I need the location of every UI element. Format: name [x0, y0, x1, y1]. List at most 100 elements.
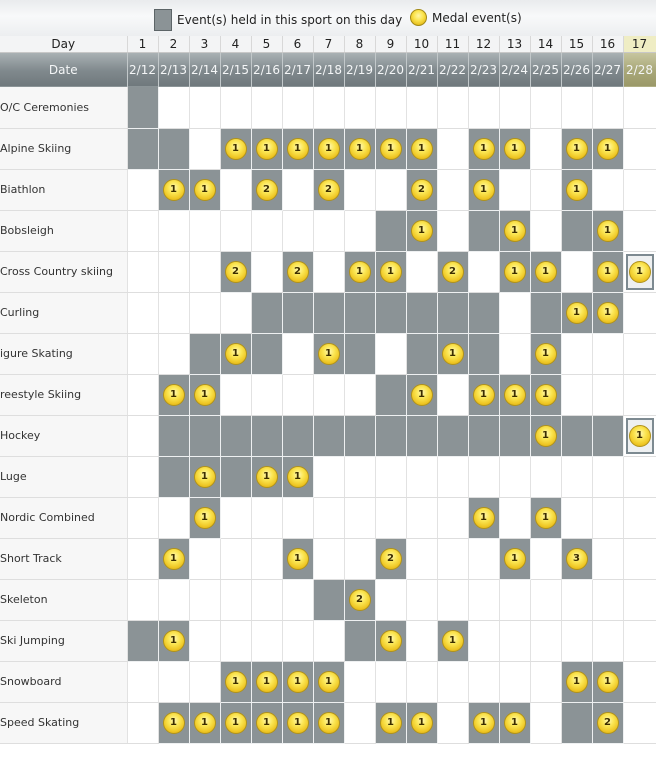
medal-icon[interactable]: 1 [441, 342, 464, 365]
sport-name[interactable]: Ski Jumping [0, 620, 128, 662]
medal-icon[interactable]: 1 [503, 547, 526, 570]
medal-icon[interactable]: 1 [472, 711, 495, 734]
sport-name[interactable]: Cross Country skiing [0, 251, 128, 293]
empty-cell [623, 702, 656, 744]
medal-icon[interactable]: 1 [410, 219, 433, 242]
medal-cell: 1 [530, 251, 562, 293]
medal-icon[interactable]: 1 [379, 711, 402, 734]
medal-icon[interactable]: 1 [628, 424, 651, 447]
medal-icon[interactable]: 1 [596, 670, 619, 693]
medal-icon[interactable]: 1 [317, 711, 340, 734]
medal-icon[interactable]: 1 [534, 260, 557, 283]
medal-icon[interactable]: 2 [441, 260, 464, 283]
medal-icon[interactable]: 1 [472, 178, 495, 201]
sport-name[interactable]: Speed Skating [0, 702, 128, 744]
medal-cell: 3 [561, 538, 593, 580]
medal-icon[interactable]: 2 [255, 178, 278, 201]
held-cell [127, 620, 159, 662]
medal-icon[interactable]: 1 [317, 342, 340, 365]
medal-icon[interactable]: 1 [286, 711, 309, 734]
date-label: 2/26 [561, 52, 593, 87]
medal-icon[interactable]: 1 [193, 506, 216, 529]
sport-name[interactable]: Short Track [0, 538, 128, 580]
sport-name[interactable]: Snowboard [0, 661, 128, 703]
medal-icon[interactable]: 1 [317, 137, 340, 160]
medal-icon[interactable]: 3 [565, 547, 588, 570]
medal-icon[interactable]: 1 [317, 670, 340, 693]
medal-icon[interactable]: 1 [596, 137, 619, 160]
medal-icon[interactable]: 1 [224, 137, 247, 160]
sport-name[interactable]: Bobsleigh [0, 210, 128, 252]
sport-name[interactable]: Biathlon [0, 169, 128, 211]
medal-icon[interactable]: 1 [472, 383, 495, 406]
medal-icon[interactable]: 1 [255, 670, 278, 693]
sport-name[interactable]: Hockey [0, 415, 128, 457]
medal-icon[interactable]: 1 [596, 260, 619, 283]
medal-icon[interactable]: 1 [193, 178, 216, 201]
medal-icon[interactable]: 1 [565, 137, 588, 160]
medal-icon[interactable]: 1 [503, 260, 526, 283]
medal-icon[interactable]: 1 [410, 711, 433, 734]
medal-icon[interactable]: 1 [224, 711, 247, 734]
medal-icon[interactable]: 1 [286, 670, 309, 693]
medal-icon[interactable]: 1 [410, 137, 433, 160]
medal-icon[interactable]: 1 [565, 178, 588, 201]
medal-icon[interactable]: 2 [596, 711, 619, 734]
medal-icon[interactable]: 1 [534, 342, 557, 365]
medal-icon[interactable]: 1 [255, 137, 278, 160]
medal-icon[interactable]: 1 [596, 219, 619, 242]
medal-icon[interactable]: 1 [379, 629, 402, 652]
sport-name[interactable]: reestyle Skiing [0, 374, 128, 416]
sport-name[interactable]: igure Skating [0, 333, 128, 375]
medal-icon[interactable]: 1 [193, 465, 216, 488]
sport-name[interactable]: Skeleton [0, 579, 128, 621]
medal-icon[interactable]: 1 [286, 547, 309, 570]
medal-icon[interactable]: 1 [379, 260, 402, 283]
medal-icon[interactable]: 2 [317, 178, 340, 201]
medal-icon[interactable]: 1 [534, 506, 557, 529]
medal-icon[interactable]: 1 [379, 137, 402, 160]
date-label: 2/25 [530, 52, 562, 87]
medal-icon[interactable]: 1 [503, 383, 526, 406]
medal-icon[interactable]: 1 [596, 301, 619, 324]
medal-icon[interactable]: 1 [162, 547, 185, 570]
medal-icon[interactable]: 1 [286, 465, 309, 488]
medal-icon[interactable]: 1 [162, 178, 185, 201]
medal-icon[interactable]: 1 [503, 219, 526, 242]
medal-icon[interactable]: 2 [379, 547, 402, 570]
sport-name[interactable]: Curling [0, 292, 128, 334]
sport-name[interactable]: Nordic Combined [0, 497, 128, 539]
medal-cell: 1 [313, 333, 345, 375]
medal-icon[interactable]: 1 [348, 260, 371, 283]
medal-icon[interactable]: 1 [162, 711, 185, 734]
medal-icon[interactable]: 1 [162, 383, 185, 406]
medal-icon[interactable]: 1 [628, 260, 651, 283]
sport-name[interactable]: Luge [0, 456, 128, 498]
medal-icon[interactable]: 1 [534, 383, 557, 406]
medal-icon[interactable]: 1 [503, 711, 526, 734]
medal-icon[interactable]: 1 [348, 137, 371, 160]
medal-icon[interactable]: 2 [286, 260, 309, 283]
medal-icon[interactable]: 1 [472, 137, 495, 160]
medal-icon[interactable]: 1 [255, 711, 278, 734]
medal-icon[interactable]: 1 [255, 465, 278, 488]
medal-icon[interactable]: 1 [193, 711, 216, 734]
medal-icon[interactable]: 1 [472, 506, 495, 529]
medal-icon[interactable]: 2 [224, 260, 247, 283]
sport-name[interactable]: Alpine Skiing [0, 128, 128, 170]
medal-icon[interactable]: 2 [348, 588, 371, 611]
medal-icon[interactable]: 1 [162, 629, 185, 652]
medal-icon[interactable]: 1 [534, 424, 557, 447]
medal-icon[interactable]: 1 [286, 137, 309, 160]
medal-icon[interactable]: 1 [224, 342, 247, 365]
medal-cell: 1 [282, 456, 314, 498]
sport-name[interactable]: O/C Ceremonies [0, 87, 128, 129]
medal-icon[interactable]: 1 [224, 670, 247, 693]
medal-icon[interactable]: 1 [503, 137, 526, 160]
medal-icon[interactable]: 2 [410, 178, 433, 201]
medal-icon[interactable]: 1 [441, 629, 464, 652]
medal-icon[interactable]: 1 [410, 383, 433, 406]
medal-icon[interactable]: 1 [565, 670, 588, 693]
medal-icon[interactable]: 1 [565, 301, 588, 324]
medal-icon[interactable]: 1 [193, 383, 216, 406]
